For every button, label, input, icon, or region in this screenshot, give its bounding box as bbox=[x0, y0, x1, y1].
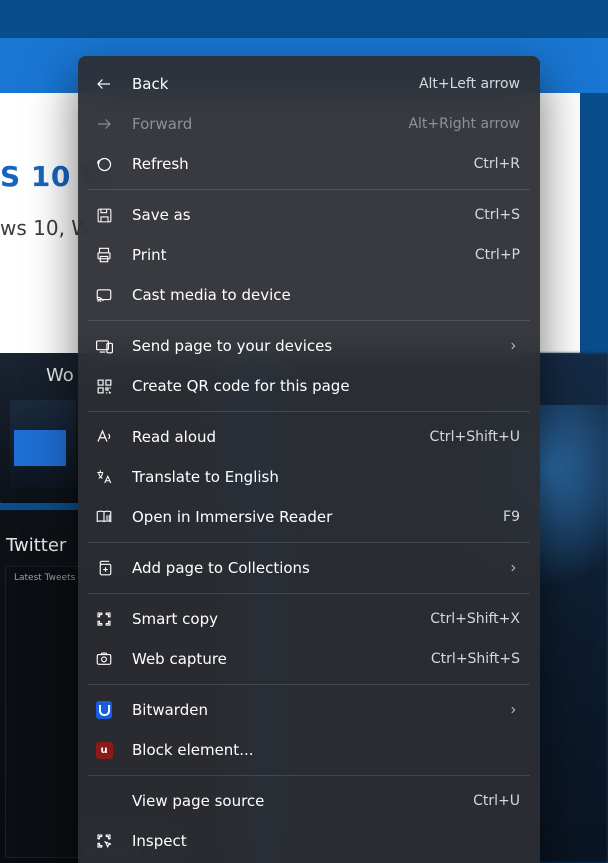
menu-collections-label: Add page to Collections bbox=[132, 559, 496, 577]
menu-web-capture-label: Web capture bbox=[132, 650, 419, 668]
menu-print[interactable]: Print Ctrl+P bbox=[78, 235, 540, 275]
chevron-right-icon bbox=[506, 561, 520, 575]
menu-refresh-shortcut: Ctrl+R bbox=[474, 156, 520, 172]
save-icon bbox=[94, 205, 114, 225]
menu-block-label: Block element... bbox=[132, 741, 520, 759]
menu-refresh[interactable]: Refresh Ctrl+R bbox=[78, 144, 540, 184]
menu-view-source-label: View page source bbox=[132, 792, 461, 810]
read-aloud-icon bbox=[94, 427, 114, 447]
blank-icon bbox=[94, 791, 114, 811]
menu-read-aloud-shortcut: Ctrl+Shift+U bbox=[430, 429, 520, 445]
ublock-icon: u bbox=[94, 740, 114, 760]
print-icon bbox=[94, 245, 114, 265]
collections-icon bbox=[94, 558, 114, 578]
menu-separator bbox=[88, 775, 530, 776]
immersive-reader-icon bbox=[94, 507, 114, 527]
menu-back[interactable]: Back Alt+Left arrow bbox=[78, 64, 540, 104]
menu-forward-label: Forward bbox=[132, 115, 396, 133]
qr-code-icon bbox=[94, 376, 114, 396]
menu-smart-copy[interactable]: Smart copy Ctrl+Shift+X bbox=[78, 599, 540, 639]
menu-separator bbox=[88, 684, 530, 685]
menu-immersive-shortcut: F9 bbox=[503, 509, 520, 525]
bitwarden-icon bbox=[94, 700, 114, 720]
menu-view-source[interactable]: View page source Ctrl+U bbox=[78, 781, 540, 821]
menu-save-as[interactable]: Save as Ctrl+S bbox=[78, 195, 540, 235]
menu-separator bbox=[88, 189, 530, 190]
menu-forward-shortcut: Alt+Right arrow bbox=[408, 116, 520, 132]
menu-save-as-label: Save as bbox=[132, 206, 462, 224]
menu-web-capture-shortcut: Ctrl+Shift+S bbox=[431, 651, 520, 667]
menu-back-label: Back bbox=[132, 75, 407, 93]
menu-cast[interactable]: Cast media to device bbox=[78, 275, 540, 315]
menu-bitwarden[interactable]: Bitwarden bbox=[78, 690, 540, 730]
web-capture-icon bbox=[94, 649, 114, 669]
menu-separator bbox=[88, 593, 530, 594]
forward-arrow-icon bbox=[94, 114, 114, 134]
menu-translate[interactable]: Translate to English bbox=[78, 457, 540, 497]
context-menu: Back Alt+Left arrow Forward Alt+Right ar… bbox=[78, 56, 540, 863]
menu-smart-copy-label: Smart copy bbox=[132, 610, 418, 628]
sidebar-thumbnail bbox=[10, 400, 76, 488]
menu-print-shortcut: Ctrl+P bbox=[475, 247, 520, 263]
menu-bitwarden-label: Bitwarden bbox=[132, 701, 496, 719]
menu-back-shortcut: Alt+Left arrow bbox=[419, 76, 520, 92]
chevron-right-icon bbox=[506, 703, 520, 717]
menu-add-to-collections[interactable]: Add page to Collections bbox=[78, 548, 540, 588]
sidebar-panel-label: Wo bbox=[46, 365, 74, 386]
menu-qr-code[interactable]: Create QR code for this page bbox=[78, 366, 540, 406]
menu-view-source-shortcut: Ctrl+U bbox=[473, 793, 520, 809]
menu-translate-label: Translate to English bbox=[132, 468, 520, 486]
menu-send-label: Send page to your devices bbox=[132, 337, 496, 355]
cast-icon bbox=[94, 285, 114, 305]
menu-inspect-label: Inspect bbox=[132, 832, 520, 850]
menu-read-aloud[interactable]: Read aloud Ctrl+Shift+U bbox=[78, 417, 540, 457]
menu-send-to-devices[interactable]: Send page to your devices bbox=[78, 326, 540, 366]
translate-icon bbox=[94, 467, 114, 487]
tweets-subheading: Latest Tweets bbox=[14, 573, 75, 584]
menu-separator bbox=[88, 320, 530, 321]
menu-refresh-label: Refresh bbox=[132, 155, 462, 173]
tweets-heading-small: Twitter bbox=[6, 535, 66, 556]
menu-separator bbox=[88, 411, 530, 412]
menu-cast-label: Cast media to device bbox=[132, 286, 520, 304]
menu-print-label: Print bbox=[132, 246, 463, 264]
menu-separator bbox=[88, 542, 530, 543]
menu-inspect[interactable]: Inspect bbox=[78, 821, 540, 861]
menu-immersive-label: Open in Immersive Reader bbox=[132, 508, 491, 526]
back-arrow-icon bbox=[94, 74, 114, 94]
menu-web-capture[interactable]: Web capture Ctrl+Shift+S bbox=[78, 639, 540, 679]
menu-read-aloud-label: Read aloud bbox=[132, 428, 418, 446]
smart-copy-icon bbox=[94, 609, 114, 629]
inspect-icon bbox=[94, 831, 114, 851]
menu-immersive-reader[interactable]: Open in Immersive Reader F9 bbox=[78, 497, 540, 537]
refresh-icon bbox=[94, 154, 114, 174]
menu-forward[interactable]: Forward Alt+Right arrow bbox=[78, 104, 540, 144]
menu-block-element[interactable]: u Block element... bbox=[78, 730, 540, 770]
chevron-right-icon bbox=[506, 339, 520, 353]
menu-save-as-shortcut: Ctrl+S bbox=[474, 207, 520, 223]
menu-smart-copy-shortcut: Ctrl+Shift+X bbox=[430, 611, 520, 627]
devices-icon bbox=[94, 336, 114, 356]
menu-qr-label: Create QR code for this page bbox=[132, 377, 520, 395]
